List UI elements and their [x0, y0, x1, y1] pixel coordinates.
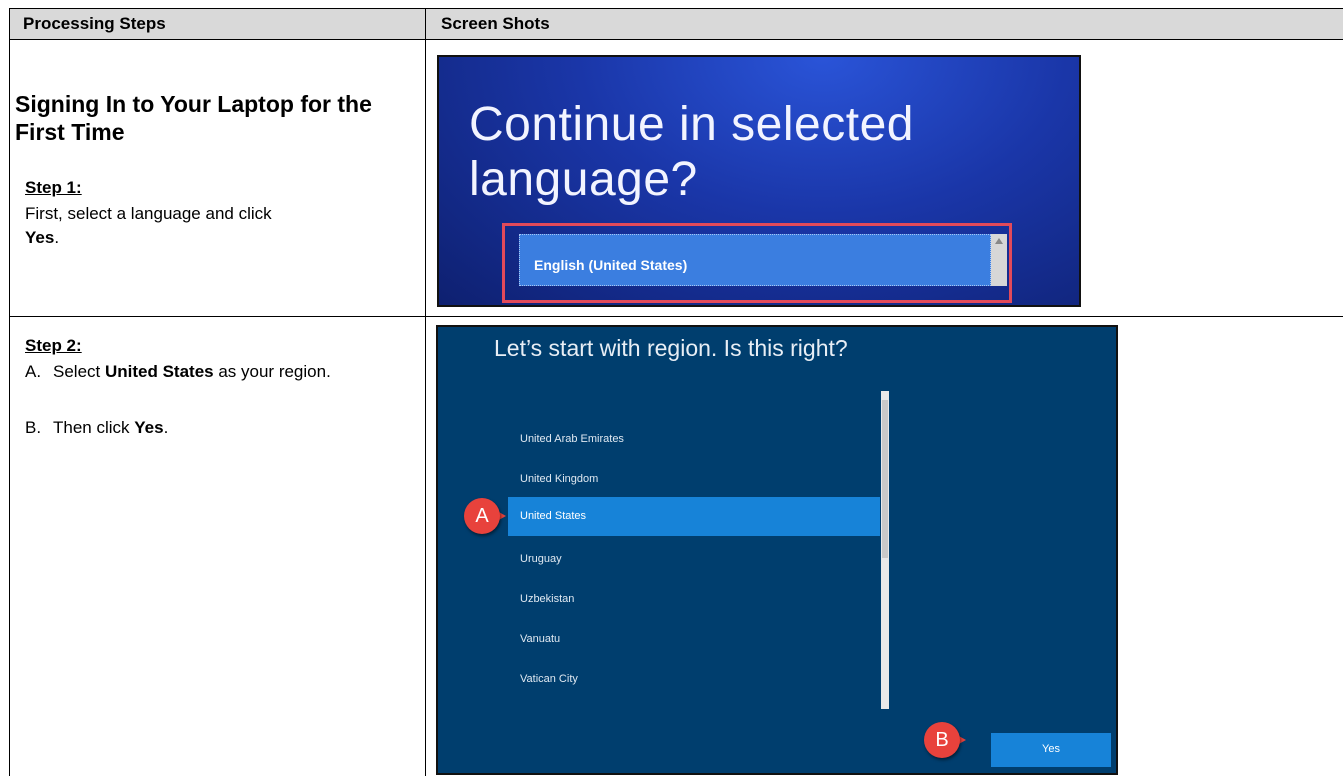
step-1-text: First, select a language and click Yes.: [25, 204, 272, 247]
region-screenshot: Let’s start with region. Is this right? …: [436, 325, 1118, 775]
region-item-selected[interactable]: United States: [508, 497, 880, 536]
language-screenshot: Continue in selected language? English (…: [437, 55, 1081, 307]
region-item[interactable]: United Arab Emirates: [520, 433, 624, 445]
yes-button[interactable]: Yes: [991, 733, 1111, 767]
region-item[interactable]: Uruguay: [520, 553, 562, 565]
region-item[interactable]: Vanuatu: [520, 633, 560, 645]
callout-a: A: [464, 498, 500, 534]
table-header: Processing Steps Screen Shots: [9, 8, 1343, 39]
step-2-item-a: A. Select United States as your region.: [25, 362, 331, 381]
step-2-label: Step 2:: [25, 336, 82, 355]
callout-b: B: [924, 722, 960, 758]
region-prompt-title: Let’s start with region. Is this right?: [494, 335, 848, 361]
language-prompt-title: Continue in selected language?: [469, 98, 914, 206]
highlight-box: [502, 223, 1012, 303]
region-item[interactable]: Vatican City: [520, 673, 578, 685]
scrollbar-thumb[interactable]: [882, 400, 888, 558]
header-processing-steps: Processing Steps: [23, 14, 166, 33]
step-2-item-b: B. Then click Yes.: [25, 418, 169, 437]
region-item[interactable]: Uzbekistan: [520, 593, 574, 605]
step-1-label: Step 1:: [25, 178, 82, 197]
section-heading: Signing In to Your Laptop for the First …: [15, 91, 372, 145]
region-item[interactable]: United Kingdom: [520, 473, 598, 485]
region-scrollbar[interactable]: [881, 391, 889, 709]
header-screen-shots: Screen Shots: [441, 14, 550, 33]
